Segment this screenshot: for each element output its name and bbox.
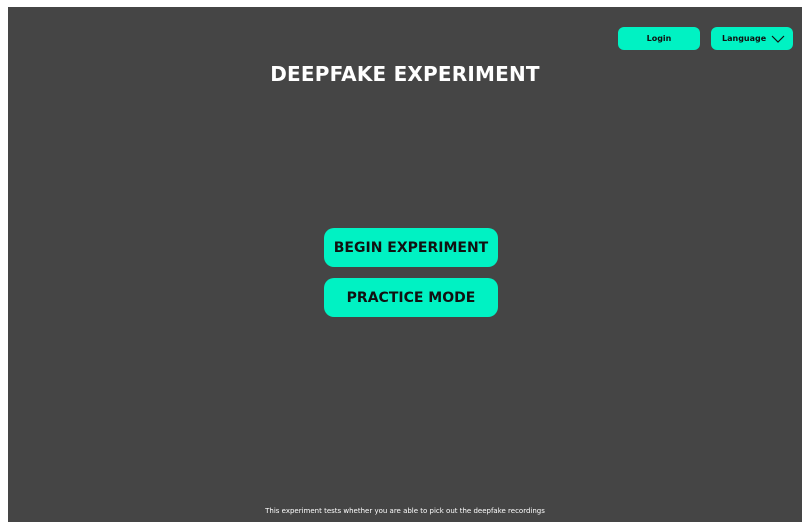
app-window: Login Language DEEPFAKE EXPERIMENT BEGIN…: [8, 7, 802, 522]
language-dropdown[interactable]: Language: [711, 27, 793, 50]
practice-mode-button[interactable]: PRACTICE MODE: [324, 278, 498, 317]
page-title: DEEPFAKE EXPERIMENT: [270, 62, 540, 86]
footer-description: This experiment tests whether you are ab…: [265, 507, 545, 515]
login-button[interactable]: Login: [618, 27, 700, 50]
begin-experiment-button[interactable]: BEGIN EXPERIMENT: [324, 228, 498, 267]
language-label: Language: [722, 34, 767, 43]
chevron-down-icon: [771, 35, 785, 43]
